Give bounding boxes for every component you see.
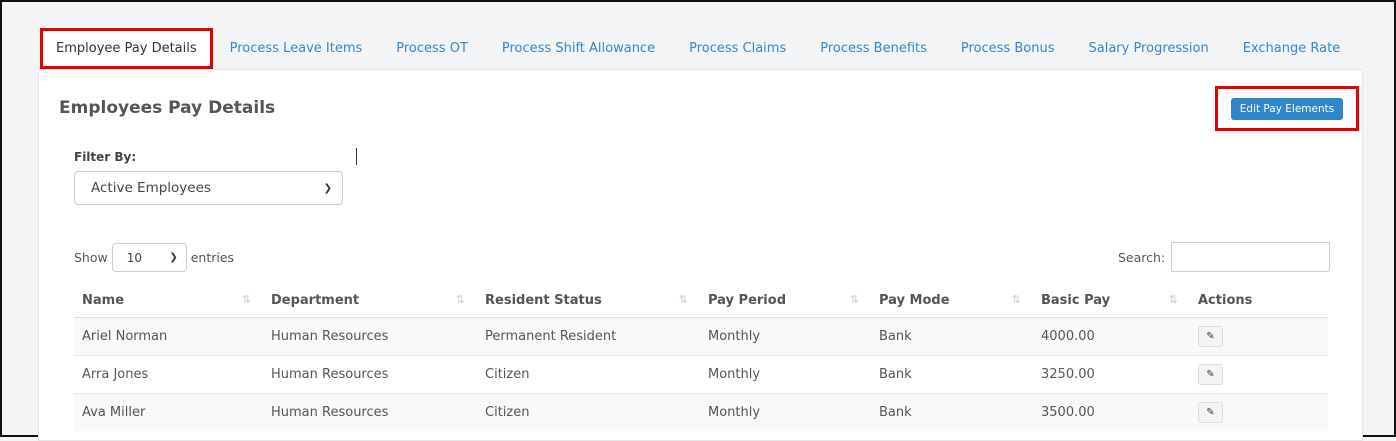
cell-pay-mode: Bank — [871, 354, 1033, 393]
column-header-actions: Actions — [1190, 285, 1328, 318]
column-header-department[interactable]: Department ⇅ — [263, 285, 477, 318]
cell-department: Human Resources — [263, 392, 477, 431]
filter-label: Filter By: — [74, 150, 137, 164]
sort-arrows-icon: ⇅ — [849, 293, 859, 306]
cell-department: Human Resources — [263, 316, 477, 355]
column-header-basic-pay[interactable]: Basic Pay ⇅ — [1033, 285, 1190, 318]
table-row: Arra Jones Human Resources Citizen Month… — [74, 354, 1328, 393]
cell-name: Ava Miller — [74, 392, 263, 431]
column-header-resident-status[interactable]: Resident Status ⇅ — [477, 285, 700, 318]
cell-pay-period: Monthly — [700, 354, 871, 393]
tab-process-benefits[interactable]: Process Benefits — [803, 28, 944, 69]
window-frame: Employee Pay Details Process Leave Items… — [0, 0, 1396, 441]
cell-actions: ✎ — [1190, 392, 1328, 431]
edit-row-button[interactable]: ✎ — [1198, 401, 1223, 423]
search-label: Search: — [1118, 249, 1166, 265]
entries-length-select[interactable]: 10 ❯ — [111, 243, 187, 272]
cell-actions: ✎ — [1190, 316, 1328, 355]
edit-row-button[interactable]: ✎ — [1198, 363, 1223, 385]
page-title: Employees Pay Details — [59, 98, 276, 118]
cell-basic-pay: 3500.00 — [1033, 392, 1190, 431]
cell-name: Ariel Norman — [74, 316, 263, 355]
cell-pay-mode: Bank — [871, 316, 1033, 355]
table-row: Ava Miller Human Resources Citizen Month… — [74, 392, 1328, 431]
sort-arrows-icon: ⇅ — [241, 293, 251, 306]
table-row: Ariel Norman Human Resources Permanent R… — [74, 316, 1328, 355]
filter-select[interactable]: Active Employees ❯ — [74, 171, 343, 205]
tab-process-shift-allowance[interactable]: Process Shift Allowance — [485, 28, 672, 69]
text-cursor — [356, 148, 357, 165]
column-header-pay-period[interactable]: Pay Period ⇅ — [700, 285, 871, 318]
sort-arrows-icon: ⇅ — [678, 293, 688, 306]
tab-bar: Employee Pay Details Process Leave Items… — [38, 28, 1363, 69]
edit-row-button[interactable]: ✎ — [1198, 325, 1223, 347]
chevron-down-icon: ❯ — [169, 252, 178, 263]
column-header-pay-mode[interactable]: Pay Mode ⇅ — [871, 285, 1033, 318]
sort-arrows-icon: ⇅ — [1168, 293, 1178, 306]
tab-salary-progression[interactable]: Salary Progression — [1071, 28, 1225, 69]
edit-pay-elements-button[interactable]: Edit Pay Elements — [1230, 97, 1344, 120]
entries-length-control: Show 10 ❯ entries — [74, 243, 234, 272]
tab-process-claims[interactable]: Process Claims — [672, 28, 803, 69]
edit-button-highlight: Edit Pay Elements — [1215, 86, 1359, 131]
filter-select-value: Active Employees — [91, 180, 211, 196]
tab-process-leave-items[interactable]: Process Leave Items — [213, 28, 380, 69]
pay-details-table: Name ⇅ Department ⇅ Resident Status ⇅ Pay P… — [74, 285, 1328, 431]
sort-arrows-icon: ⇅ — [1011, 293, 1021, 306]
cell-department: Human Resources — [263, 354, 477, 393]
column-header-name[interactable]: Name ⇅ — [74, 285, 263, 318]
tab-employee-pay-details[interactable]: Employee Pay Details — [40, 28, 213, 69]
cell-pay-period: Monthly — [700, 392, 871, 431]
content-panel: Employees Pay Details Edit Pay Elements … — [38, 69, 1363, 441]
cell-resident-status: Permanent Resident — [477, 316, 700, 355]
table-header-row: Name ⇅ Department ⇅ Resident Status ⇅ Pay P… — [74, 285, 1328, 318]
cell-pay-mode: Bank — [871, 392, 1033, 431]
cell-resident-status: Citizen — [477, 354, 700, 393]
sort-arrows-icon: ⇅ — [455, 293, 465, 306]
cell-pay-period: Monthly — [700, 316, 871, 355]
entries-length-value: 10 — [126, 250, 143, 265]
cell-actions: ✎ — [1190, 354, 1328, 393]
tab-exchange-rate[interactable]: Exchange Rate — [1226, 28, 1357, 69]
chevron-down-icon: ❯ — [323, 182, 332, 194]
search-input[interactable] — [1171, 242, 1331, 272]
entries-label: entries — [190, 250, 235, 265]
pencil-icon: ✎ — [1206, 406, 1215, 418]
pencil-icon: ✎ — [1206, 330, 1215, 342]
cell-name: Arra Jones — [74, 354, 263, 393]
cell-basic-pay: 4000.00 — [1033, 316, 1190, 355]
cell-basic-pay: 3250.00 — [1033, 354, 1190, 393]
search-control: Search: — [1118, 242, 1331, 272]
cell-resident-status: Citizen — [477, 392, 700, 431]
show-label: Show — [74, 250, 108, 265]
tab-process-bonus[interactable]: Process Bonus — [944, 28, 1072, 69]
pencil-icon: ✎ — [1206, 368, 1215, 380]
tab-process-ot[interactable]: Process OT — [379, 28, 485, 69]
